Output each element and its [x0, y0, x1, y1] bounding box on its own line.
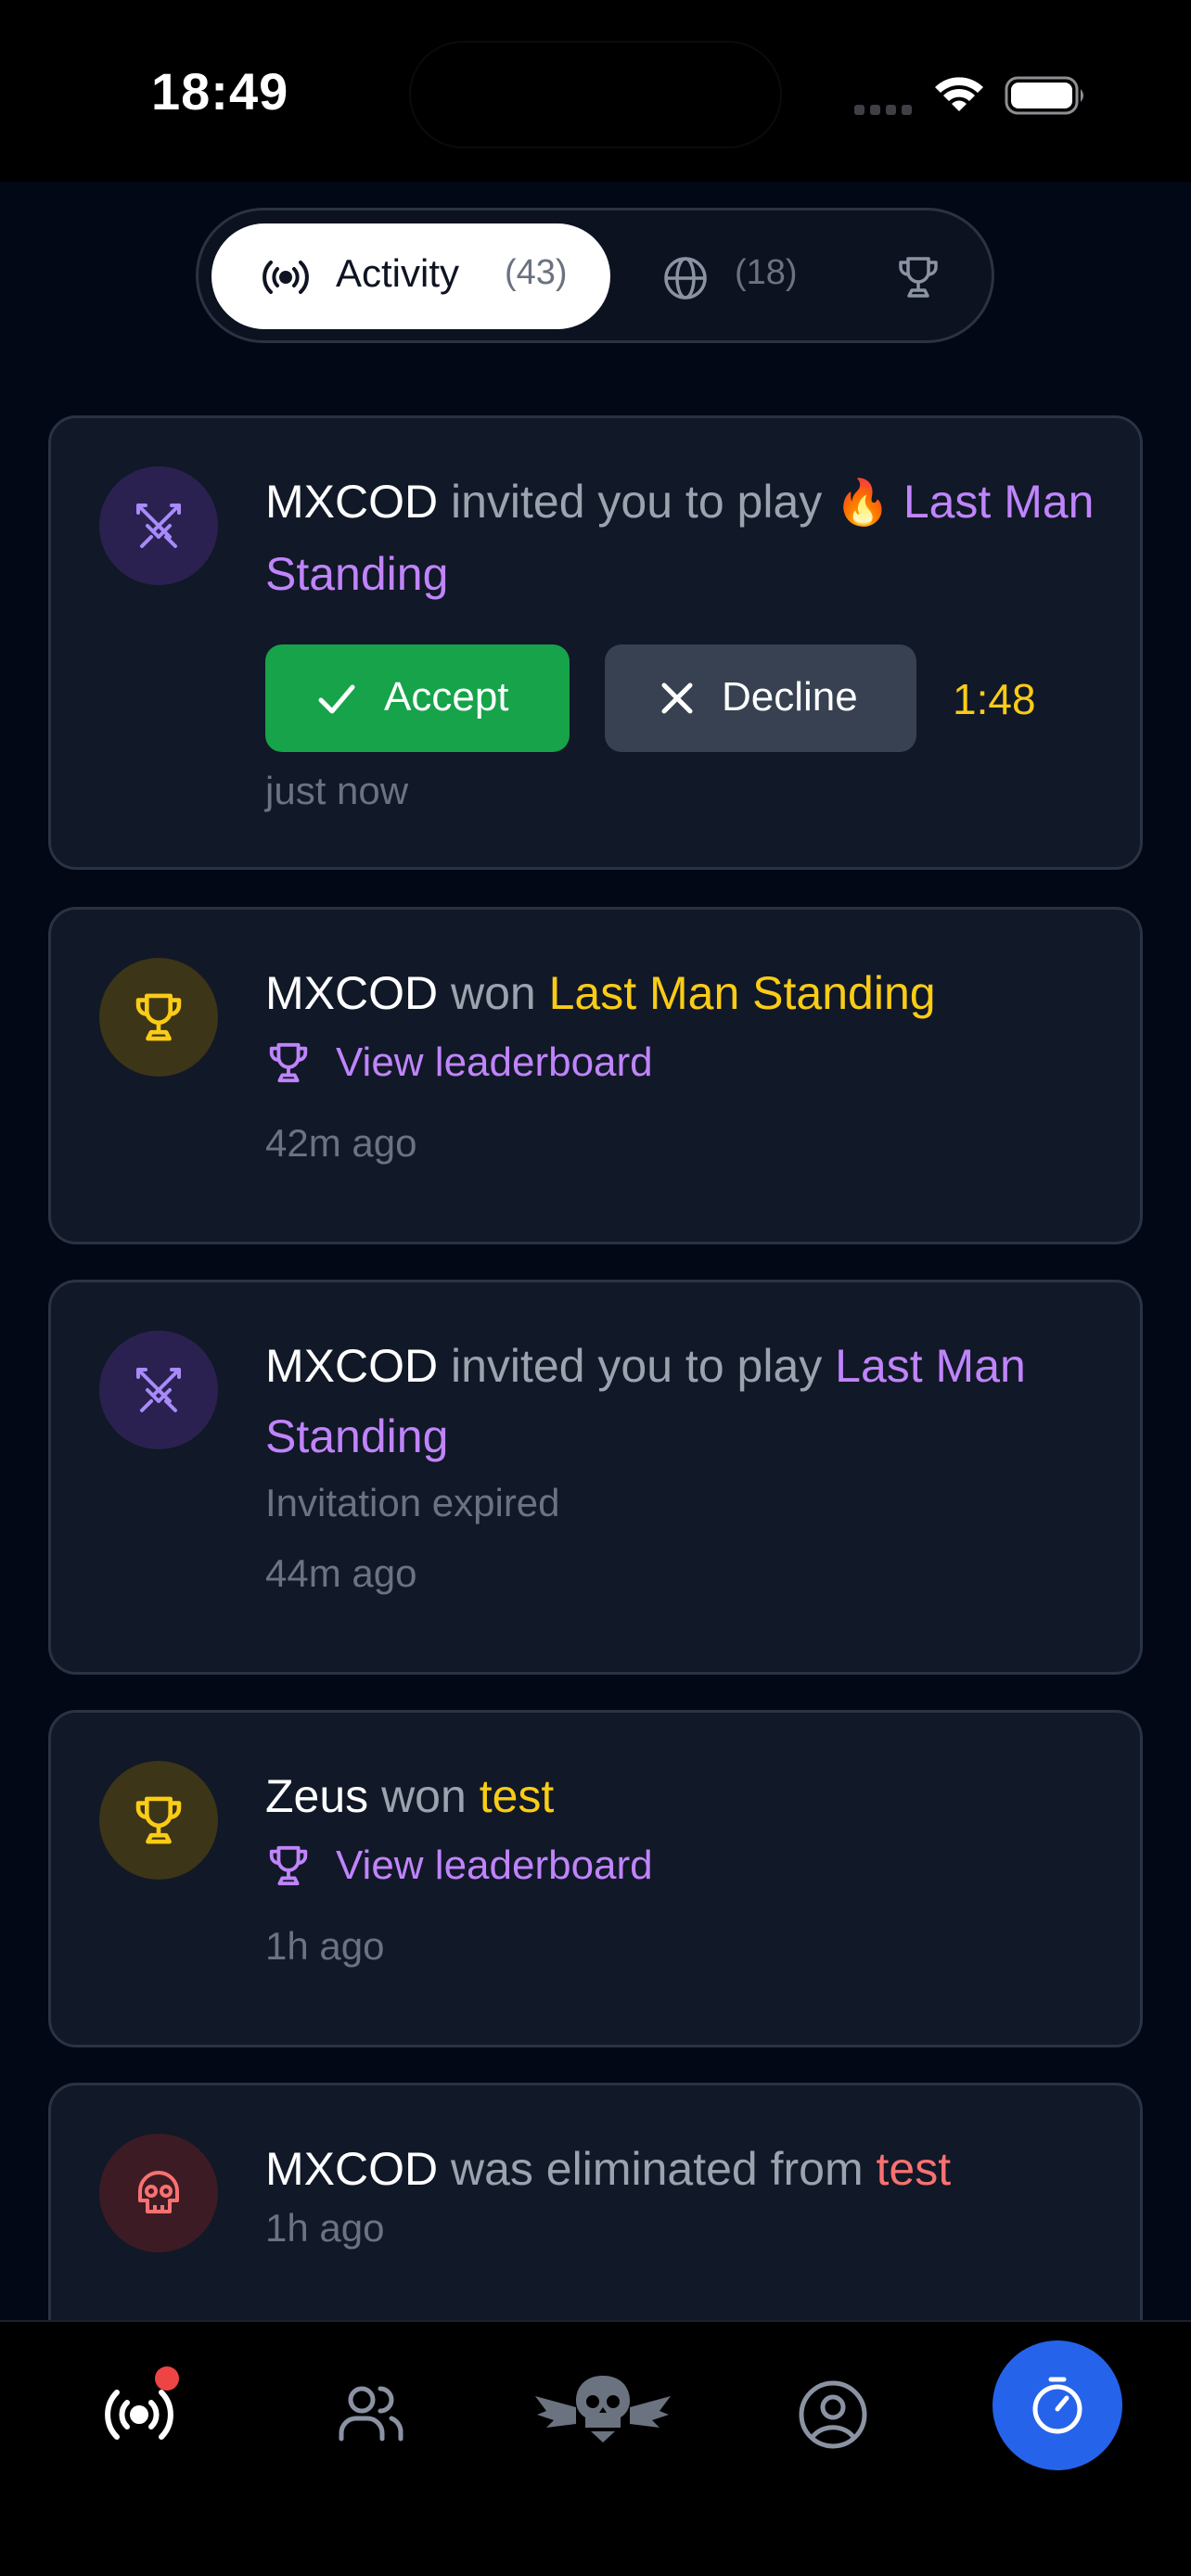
activity-avatar	[99, 466, 218, 585]
activity-message: Zeus won test	[265, 1770, 555, 1822]
nav-friends[interactable]	[278, 2322, 464, 2494]
game-name[interactable]: test	[480, 1770, 555, 1822]
nav-profile[interactable]	[740, 2322, 926, 2494]
player-name[interactable]: MXCOD	[265, 967, 438, 1019]
wifi-icon	[935, 77, 983, 111]
activity-time: just now	[265, 769, 409, 812]
tab-activity[interactable]: Activity (43)	[211, 223, 610, 329]
tab-global-count: (18)	[735, 253, 798, 292]
activity-avatar	[99, 2134, 218, 2252]
bottom-tab-bar	[0, 2320, 1191, 2576]
player-name[interactable]: Zeus	[265, 1770, 368, 1822]
close-icon	[661, 682, 693, 714]
tab-leaderboard[interactable]	[864, 223, 976, 329]
invitation-status: Invitation expired	[265, 1481, 560, 1524]
activity-time: 44m ago	[265, 1551, 417, 1595]
activity-card-win: Zeus won test View leaderboard 1h ago	[48, 1710, 1143, 2047]
trophy-icon	[135, 993, 182, 1041]
activity-card-eliminated: MXCOD was eliminated from test 1h ago	[48, 2083, 1143, 2320]
status-bar: 18:49	[0, 0, 1191, 182]
stopwatch-icon	[1032, 2377, 1082, 2434]
accept-button[interactable]: Accept	[265, 644, 570, 752]
player-name[interactable]: MXCOD	[265, 1340, 438, 1392]
player-name[interactable]: MXCOD	[265, 2143, 438, 2195]
globe-icon	[664, 257, 707, 300]
activity-card-win: MXCOD won Last Man Standing View leaderb…	[48, 907, 1143, 1244]
game-name[interactable]: test	[877, 2143, 952, 2195]
status-time: 18:49	[151, 62, 289, 121]
game-name[interactable]: Last Man Standing	[549, 967, 936, 1019]
notification-dot	[155, 2366, 179, 2391]
nav-activity[interactable]	[46, 2322, 232, 2494]
user-circle-icon	[799, 2380, 867, 2449]
invite-countdown: 1:48	[953, 675, 1036, 723]
activity-avatar	[99, 1761, 218, 1880]
activity-card-invite: MXCOD invited you to play 🔥 Last Man Sta…	[48, 415, 1143, 870]
tab-activity-label: Activity	[336, 251, 460, 295]
activity-message: MXCOD won Last Man Standing	[265, 967, 936, 1019]
check-icon	[318, 684, 355, 714]
activity-avatar	[99, 1331, 218, 1449]
nav-games[interactable]	[510, 2322, 696, 2494]
tab-activity-count: (43)	[505, 253, 568, 292]
decline-button[interactable]: Decline	[605, 644, 916, 752]
users-icon	[339, 2386, 403, 2442]
trophy-icon	[135, 1796, 182, 1844]
swords-icon	[136, 1368, 181, 1412]
tab-global[interactable]: (18)	[644, 223, 848, 329]
timer-button[interactable]	[992, 2340, 1122, 2470]
activity-message: MXCOD invited you to play 🔥 Last Man Sta…	[265, 476, 1095, 600]
activity-time: 42m ago	[265, 1121, 417, 1165]
battery-icon	[1005, 76, 1083, 115]
activity-time: 1h ago	[265, 1924, 385, 1968]
activity-message: MXCOD invited you to play Last Man Stand…	[265, 1340, 1026, 1462]
swords-icon	[136, 504, 181, 548]
activity-card-invite-expired: MXCOD invited you to play Last Man Stand…	[48, 1280, 1143, 1675]
activity-avatar	[99, 958, 218, 1077]
trophy-icon	[269, 1042, 308, 1083]
activity-message: MXCOD was eliminated from test	[265, 2143, 952, 2195]
trophy-icon	[899, 257, 938, 298]
fire-emoji: 🔥	[835, 478, 890, 528]
player-name[interactable]: MXCOD	[265, 476, 438, 528]
activity-time: 1h ago	[265, 2206, 385, 2250]
activity-screen: Activity (43) (18) MXCOD invited you to …	[0, 182, 1191, 2320]
skull-icon	[138, 2171, 179, 2213]
cellular-signal-icon	[854, 105, 912, 115]
feed-segmented-control: Activity (43) (18)	[196, 208, 994, 343]
broadcast-icon	[263, 261, 309, 294]
trophy-icon	[269, 1845, 308, 1886]
winged-skull-icon	[535, 2376, 671, 2442]
dynamic-island	[409, 41, 782, 148]
